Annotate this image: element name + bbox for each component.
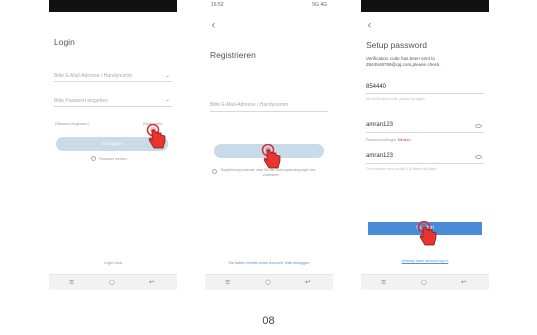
login-screen: Login Bitte E-Mail-Adresse / Handynumm ⌄… (49, 0, 177, 290)
android-nav-bar: ≡ ○ ↩ (205, 274, 333, 290)
status-signal: 5G 4G (312, 2, 327, 8)
email-underline (210, 111, 328, 112)
info-line-2: 2844548789@qq.com,please check. (366, 62, 441, 67)
verification-code-input[interactable]: 854440 (366, 84, 386, 90)
chevron-down-icon[interactable]: ⌄ (165, 72, 170, 79)
email-underline (54, 81, 172, 82)
page-number: 08 (262, 315, 275, 327)
forgot-password-link[interactable]: Passwort vergessen? (55, 122, 89, 126)
password-input[interactable]: amran123 (366, 122, 393, 128)
eye-closed-icon[interactable]: ⌄ (165, 96, 170, 103)
back-arrow-icon[interactable]: ‹ (211, 18, 216, 32)
login-link[interactable]: Already have account,log in (361, 259, 489, 263)
confirm-underline (366, 163, 484, 164)
setup-password-screen: ‹ Setup password Verification code has b… (361, 0, 489, 290)
register-title: Registrieren (210, 50, 256, 60)
tap-hand-icon (417, 221, 437, 246)
login-title: Login (54, 37, 75, 47)
home-icon[interactable]: ○ (265, 278, 271, 286)
android-nav-bar: ≡ ○ ↩ (361, 274, 489, 290)
eye-icon[interactable] (475, 124, 482, 128)
back-icon[interactable]: ↩ (305, 278, 310, 286)
tap-hand-icon (261, 144, 281, 169)
status-bar (361, 0, 489, 12)
setup-title: Setup password (366, 40, 427, 50)
register-screen: 16:52 5G 4G ‹ Registrieren Bitte E-Mail-… (205, 0, 333, 290)
password-underline (366, 132, 484, 133)
tap-hand-icon (146, 124, 166, 149)
code-hint[interactable]: No verification code, please try again (366, 97, 425, 101)
back-arrow-icon[interactable]: ‹ (367, 18, 372, 32)
status-bar: 16:52 5G 4G (205, 0, 333, 12)
info-line-1: Verification code has been sent to (366, 56, 435, 61)
confirm-password-input[interactable]: amran123 (366, 153, 393, 159)
back-icon[interactable]: ↩ (149, 278, 154, 286)
login-link[interactable]: Sie haben bereits einen Account, bitte e… (205, 261, 333, 265)
home-icon[interactable]: ○ (421, 278, 427, 286)
menu-icon[interactable]: ≡ (381, 278, 386, 286)
home-icon[interactable]: ○ (109, 278, 115, 286)
terms-line-2: zustimmen (263, 173, 279, 177)
eye-icon[interactable] (475, 155, 482, 159)
status-bar (49, 0, 177, 12)
email-input[interactable]: Bitte E-Mail-Adresse / Handynumm (54, 73, 132, 79)
menu-icon[interactable]: ≡ (225, 278, 230, 286)
remember-checkbox[interactable] (91, 156, 96, 161)
menu-icon[interactable]: ≡ (69, 278, 74, 286)
password-input[interactable]: Bitte Passwort eingeben (54, 98, 108, 104)
code-underline (366, 93, 484, 94)
android-nav-bar: ≡ ○ ↩ (49, 274, 177, 290)
password-rule: The password must contain 6-20 letters a… (366, 167, 437, 171)
local-login-link[interactable]: Login Iokal (49, 261, 177, 265)
email-input[interactable]: Bitte E-Mail-Adresse / Handynumm (210, 102, 288, 108)
strength-label: Password strength: Medium (366, 138, 411, 142)
agree-checkbox[interactable] (212, 169, 217, 174)
status-time: 16:52 (211, 2, 224, 8)
password-underline (54, 106, 172, 107)
strength-label-text: Password strength: (366, 138, 397, 142)
remember-label: Passwort merken (99, 157, 127, 161)
strength-value: Medium (397, 138, 411, 142)
back-icon[interactable]: ↩ (461, 278, 466, 286)
